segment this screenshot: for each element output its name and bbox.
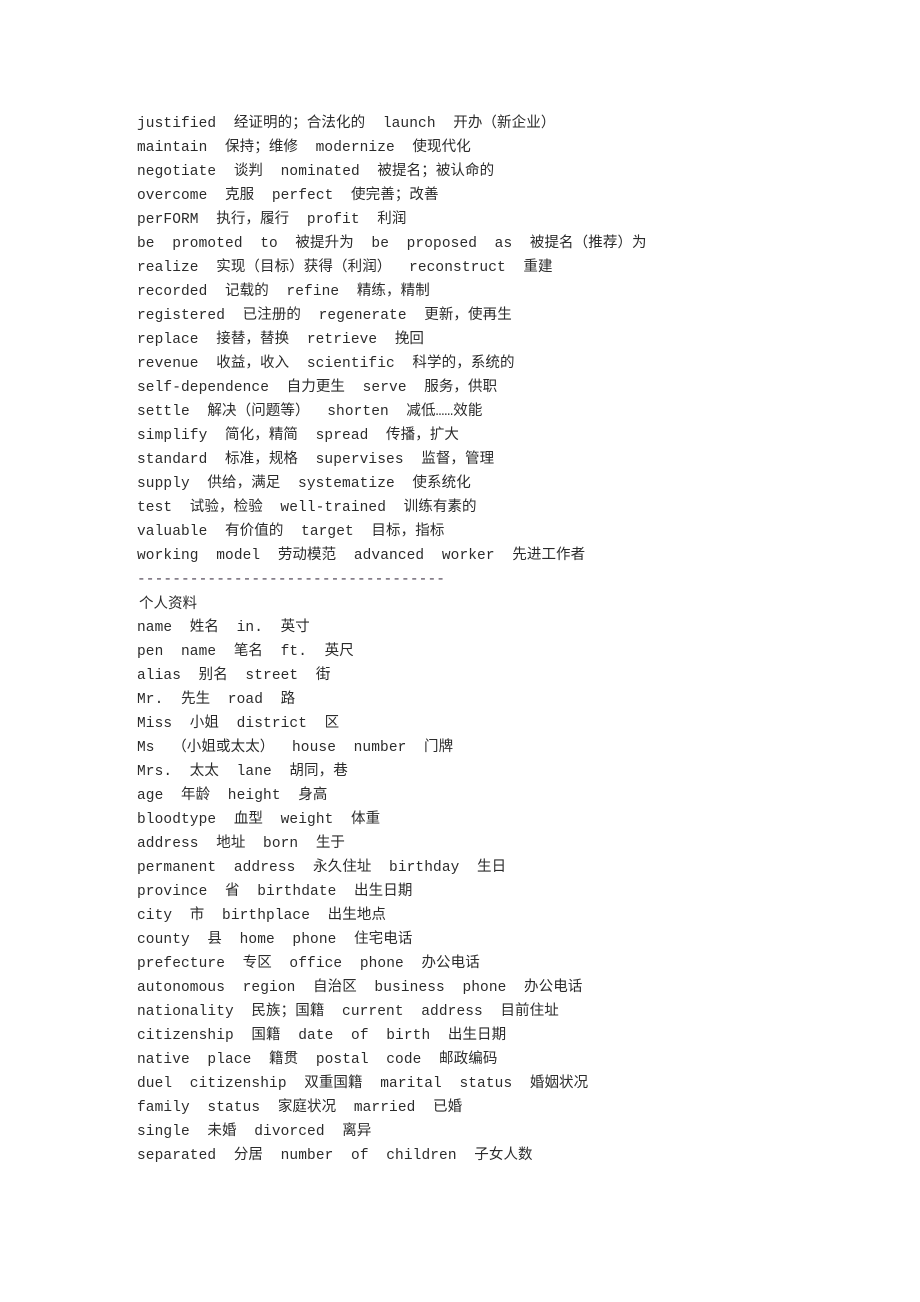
text-line: native place 籍贯 postal code 邮政编码 bbox=[137, 1052, 498, 1068]
document-text-body: justified 经证明的；合法化的 launch 开办（新企业） maint… bbox=[137, 112, 877, 1168]
text-line: overcome 克服 perfect 使完善；改善 bbox=[137, 188, 439, 204]
section-divider: ----------------------------------- bbox=[137, 572, 446, 588]
text-line: Mrs. 太太 lane 胡同，巷 bbox=[137, 764, 348, 780]
text-line: Mr. 先生 road 路 bbox=[137, 692, 296, 708]
text-line: be promoted to 被提升为 be proposed as 被提名（推… bbox=[137, 236, 647, 252]
document-page: justified 经证明的；合法化的 launch 开办（新企业） maint… bbox=[0, 0, 920, 1302]
text-line: duel citizenship 双重国籍 marital status 婚姻状… bbox=[137, 1076, 589, 1092]
text-line: negotiate 谈判 nominated 被提名；被认命的 bbox=[137, 164, 495, 180]
text-line: province 省 birthdate 出生日期 bbox=[137, 884, 413, 900]
text-line: citizenship 国籍 date of birth 出生日期 bbox=[137, 1028, 507, 1044]
text-line: valuable 有价值的 target 目标，指标 bbox=[137, 524, 445, 540]
text-line: city 市 birthplace 出生地点 bbox=[137, 908, 387, 924]
text-line: supply 供给，满足 systematize 使系统化 bbox=[137, 476, 471, 492]
text-line: age 年龄 height 身高 bbox=[137, 788, 328, 804]
text-line: single 未婚 divorced 离异 bbox=[137, 1124, 372, 1140]
text-line: separated 分居 number of children 子女人数 bbox=[137, 1148, 533, 1164]
text-line: simplify 简化，精简 spread 传播，扩大 bbox=[137, 428, 460, 444]
text-line: bloodtype 血型 weight 体重 bbox=[137, 812, 381, 828]
text-line: prefecture 专区 office phone 办公电话 bbox=[137, 956, 480, 972]
text-line: name 姓名 in. 英寸 bbox=[137, 620, 310, 636]
text-line: county 县 home phone 住宅电话 bbox=[137, 932, 413, 948]
text-line: standard 标准，规格 supervises 监督，管理 bbox=[137, 452, 495, 468]
text-line: working model 劳动模范 advanced worker 先进工作者 bbox=[137, 548, 586, 564]
text-line: permanent address 永久住址 birthday 生日 bbox=[137, 860, 507, 876]
text-line: test 试验，检验 well-trained 训练有素的 bbox=[137, 500, 477, 516]
text-line: self-dependence 自力更生 serve 服务，供职 bbox=[137, 380, 498, 396]
text-line: justified 经证明的；合法化的 launch 开办（新企业） bbox=[137, 116, 556, 132]
text-line: realize 实现（目标）获得（利润） reconstruct 重建 bbox=[137, 260, 553, 276]
text-line: recorded 记载的 refine 精练，精制 bbox=[137, 284, 430, 300]
text-line: family status 家庭状况 married 已婚 bbox=[137, 1100, 463, 1116]
text-line: autonomous region 自治区 business phone 办公电… bbox=[137, 980, 583, 996]
text-line: replace 接替，替换 retrieve 挽回 bbox=[137, 332, 425, 348]
text-line: Miss 小姐 district 区 bbox=[137, 716, 340, 732]
text-line: pen name 笔名 ft. 英尺 bbox=[137, 644, 354, 660]
text-line: registered 已注册的 regenerate 更新，使再生 bbox=[137, 308, 512, 324]
section-heading-personal-info: 个人资料 bbox=[139, 596, 197, 612]
text-line: perFORM 执行，履行 profit 利润 bbox=[137, 212, 407, 228]
text-line: alias 别名 street 街 bbox=[137, 668, 331, 684]
text-line: address 地址 born 生于 bbox=[137, 836, 346, 852]
text-line: settle 解决（问题等） shorten 减低……效能 bbox=[137, 404, 483, 420]
text-line: maintain 保持；维修 modernize 使现代化 bbox=[137, 140, 471, 156]
text-line: nationality 民族；国籍 current address 目前住址 bbox=[137, 1004, 559, 1020]
text-line: revenue 收益，收入 scientific 科学的，系统的 bbox=[137, 356, 515, 372]
text-line: Ms （小姐或太太） house number 门牌 bbox=[137, 740, 454, 756]
